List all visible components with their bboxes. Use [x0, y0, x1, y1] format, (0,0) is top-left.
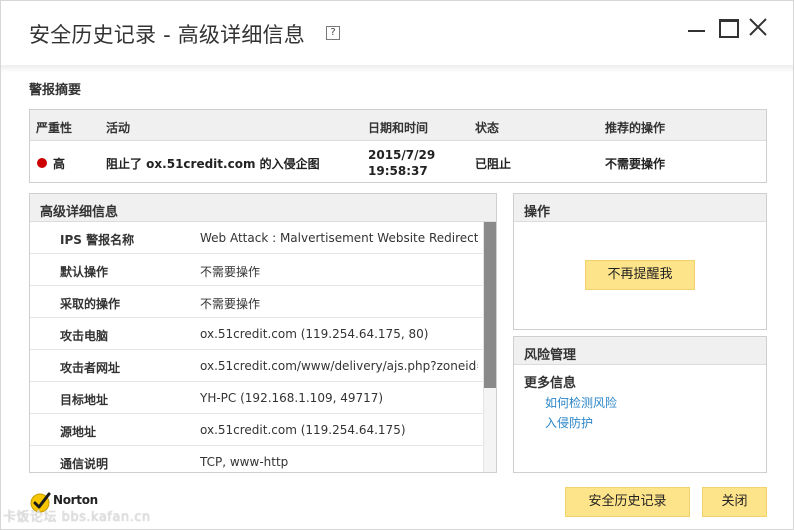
detail-label: 采取的操作 [60, 297, 121, 311]
column-recommended: 推荐的操作 [605, 121, 666, 135]
detail-row: 源地址 ox.51credit.com (119.254.64.175) [30, 414, 483, 446]
activity-value: 阻止了 ox.51credit.com 的入侵企图 [106, 157, 320, 171]
advanced-details-panel: 高级详细信息 IPS 警报名称 Web Attack : Malvertisem… [29, 193, 497, 473]
details-scrollbar[interactable] [483, 222, 496, 472]
detail-label: 默认操作 [60, 265, 109, 279]
detail-row: 目标地址 YH-PC (192.168.1.109, 49717) [30, 382, 483, 414]
risk-panel-header: 风险管理 [514, 337, 766, 365]
severity-value: 高 [53, 157, 66, 171]
close-window-button[interactable] [746, 15, 770, 39]
detail-value: 不需要操作 [200, 265, 261, 279]
detail-row: 默认操作 不需要操作 [30, 254, 483, 286]
summary-table: 严重性 活动 日期和时间 状态 推荐的操作 高 阻止了 ox.51credit.… [29, 109, 767, 183]
column-status: 状态 [475, 121, 500, 135]
maximize-button[interactable] [716, 15, 740, 39]
minimize-button[interactable] [685, 15, 709, 39]
detail-value: ox.51credit.com (119.254.64.175) [200, 423, 406, 437]
details-list: IPS 警报名称 Web Attack : Malvertisement Web… [30, 222, 483, 472]
detail-label: 源地址 [60, 425, 97, 439]
detail-label: 目标地址 [60, 393, 109, 407]
detail-row: 采取的操作 不需要操作 [30, 286, 483, 318]
severity-high-icon [37, 158, 47, 168]
detail-label: 通信说明 [60, 457, 109, 471]
title-bar: 安全历史记录 - 高级详细信息 ? [1, 1, 793, 65]
intrusion-prevention-link[interactable]: 入侵防护 [545, 414, 593, 431]
risk-heading: 风险管理 [524, 348, 577, 363]
actions-panel-header: 操作 [514, 194, 766, 222]
norton-brand-text: Norton [53, 493, 98, 507]
detail-value: ox.51credit.com (119.254.64.175, 80) [200, 327, 429, 341]
security-history-button[interactable]: 安全历史记录 [565, 487, 690, 517]
status-value: 已阻止 [475, 157, 512, 171]
detail-label: 攻击者网址 [60, 361, 121, 375]
column-severity: 严重性 [36, 121, 73, 135]
more-info-heading: 更多信息 [524, 376, 577, 391]
date-value: 2015/7/29 [368, 148, 436, 162]
dont-remind-button[interactable]: 不再提醒我 [585, 260, 695, 290]
watermark: 卡饭论坛 bbs.kafan.cn [3, 510, 151, 525]
how-detect-risk-link[interactable]: 如何检测风险 [545, 394, 617, 411]
detail-row: 通信说明 TCP, www-http [30, 446, 483, 472]
column-datetime: 日期和时间 [368, 121, 429, 135]
security-history-window: 安全历史记录 - 高级详细信息 ? 警报摘要 严重性 活动 日期和时间 状态 推… [0, 0, 794, 530]
detail-row: 攻击者网址 ox.51credit.com/www/delivery/ajs.p… [30, 350, 483, 382]
column-activity: 活动 [106, 121, 131, 135]
scrollbar-thumb[interactable] [484, 222, 496, 388]
summary-heading: 警报摘要 [29, 83, 82, 98]
detail-row: IPS 警报名称 Web Attack : Malvertisement Web… [30, 222, 483, 254]
details-panel-header: 高级详细信息 [30, 194, 496, 222]
detail-label: 攻击电脑 [60, 329, 109, 343]
close-button[interactable]: 关闭 [702, 487, 767, 517]
detail-value: TCP, www-http [200, 455, 289, 469]
detail-label: IPS 警报名称 [60, 233, 135, 247]
detail-value: YH-PC (192.168.1.109, 49717) [200, 391, 384, 405]
detail-value: 不需要操作 [200, 297, 261, 311]
close-icon [749, 18, 767, 36]
details-heading: 高级详细信息 [40, 205, 119, 220]
actions-panel: 操作 不再提醒我 [513, 193, 767, 330]
risk-management-panel: 风险管理 更多信息 如何检测风险 入侵防护 [513, 336, 767, 473]
time-value: 19:58:37 [368, 164, 428, 178]
summary-table-header: 严重性 活动 日期和时间 状态 推荐的操作 [30, 110, 766, 141]
detail-row: 攻击电脑 ox.51credit.com (119.254.64.175, 80… [30, 318, 483, 350]
window-title: 安全历史记录 - 高级详细信息 [29, 23, 305, 47]
actions-heading: 操作 [524, 205, 551, 220]
detail-value: ox.51credit.com/www/delivery/ajs.php?zon… [200, 359, 478, 373]
title-separator [1, 65, 793, 73]
help-icon[interactable]: ? [326, 26, 340, 40]
recommended-value: 不需要操作 [605, 157, 666, 171]
detail-value: Web Attack : Malvertisement Website Redi… [200, 231, 478, 245]
